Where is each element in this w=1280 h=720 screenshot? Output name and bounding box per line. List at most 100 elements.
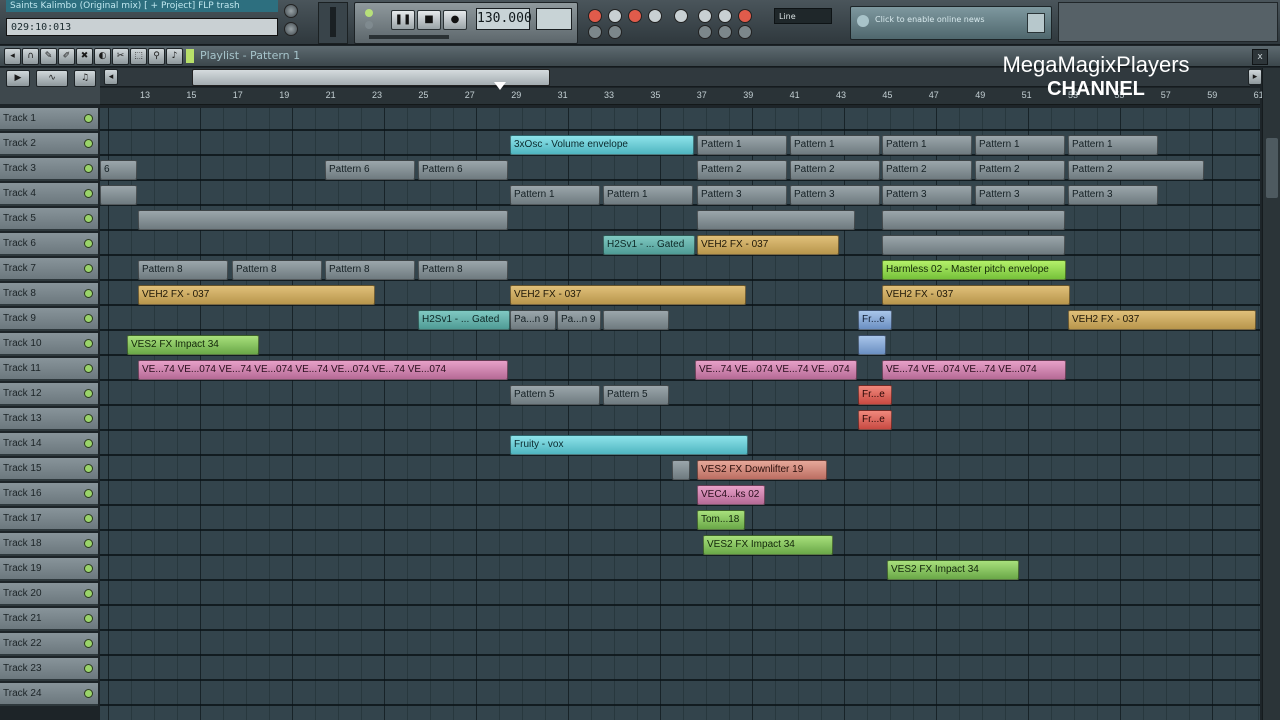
slice-tool-icon[interactable]: ✂	[112, 48, 129, 65]
playlist-clip[interactable]: Pattern 8	[325, 260, 415, 280]
track-mute-led[interactable]	[84, 364, 93, 373]
track-header[interactable]: Track 11	[0, 358, 98, 381]
playhead-marker[interactable]	[494, 82, 506, 90]
track-header[interactable]: Track 23	[0, 658, 98, 681]
play-pause-button[interactable]: ❚❚	[391, 10, 415, 30]
track-mute-led[interactable]	[84, 614, 93, 623]
playlist-clip[interactable]: VEH2 FX - 037	[138, 285, 375, 305]
pattern-mode-led[interactable]	[365, 9, 373, 17]
playlist-clip[interactable]: VEH2 FX - 037	[697, 235, 839, 255]
track-header[interactable]: Track 15	[0, 458, 98, 481]
track-mute-led[interactable]	[84, 664, 93, 673]
draw-tool-icon[interactable]: ✎	[40, 48, 57, 65]
track-mute-led[interactable]	[84, 114, 93, 123]
playlist-clip[interactable]: Pattern 2	[1068, 160, 1204, 180]
track-header[interactable]: Track 24	[0, 683, 98, 706]
track-mute-led[interactable]	[84, 139, 93, 148]
track-header[interactable]: Track 7	[0, 258, 98, 281]
vertical-scroll-thumb[interactable]	[1266, 138, 1278, 198]
playlist-clip[interactable]	[697, 210, 855, 230]
zoom-tool-icon[interactable]: ⚲	[148, 48, 165, 65]
track-header[interactable]: Track 17	[0, 508, 98, 531]
track-mute-led[interactable]	[84, 264, 93, 273]
pattern-mode-button[interactable]: ▶	[6, 70, 30, 87]
toggle-red-icon[interactable]	[588, 9, 602, 23]
song-mode-led[interactable]	[365, 21, 373, 29]
playlist-clip[interactable]: Pattern 3	[1068, 185, 1158, 205]
playlist-clip[interactable]: Pattern 3	[697, 185, 787, 205]
track-mute-led[interactable]	[84, 514, 93, 523]
record-button[interactable]: ●	[443, 10, 467, 30]
track-header[interactable]: Track 8	[0, 283, 98, 306]
track-mute-led[interactable]	[84, 489, 93, 498]
stop-button[interactable]: ■	[417, 10, 441, 30]
playlist-clip[interactable]: Pattern 1	[510, 185, 600, 205]
position-slider[interactable]	[369, 35, 449, 39]
track-header[interactable]: Track 14	[0, 433, 98, 456]
track-mute-led[interactable]	[84, 414, 93, 423]
playlist-clip[interactable]: Pattern 1	[790, 135, 880, 155]
playlist-clip[interactable]: VE...74 VE...074 VE...74 VE...074	[695, 360, 857, 380]
playlist-clip[interactable]: Fruity - vox	[510, 435, 748, 455]
playlist-clip[interactable]: Pattern 5	[510, 385, 600, 405]
playlist-clip[interactable]: Pattern 3	[882, 185, 972, 205]
track-mute-led[interactable]	[84, 289, 93, 298]
toggle-step-icon[interactable]	[648, 9, 662, 23]
playlist-clip[interactable]: VEH2 FX - 037	[510, 285, 746, 305]
vertical-scrollbar[interactable]	[1262, 68, 1280, 720]
playlist-clip[interactable]: VEH2 FX - 037	[1068, 310, 1256, 330]
snap-select[interactable]: Line	[774, 8, 832, 24]
playlist-clip[interactable]: Pattern 3	[975, 185, 1065, 205]
toggle-blend-icon[interactable]	[738, 9, 752, 23]
tempo-display[interactable]: 130.000	[476, 8, 532, 30]
toggle-record-icon[interactable]	[628, 9, 642, 23]
playback-tool-icon[interactable]: ♪	[166, 48, 183, 65]
playlist-close-button[interactable]: x	[1252, 49, 1268, 65]
playlist-clip[interactable]	[100, 185, 137, 205]
playlist-clip[interactable]	[858, 335, 886, 355]
playlist-clip[interactable]: Pattern 1	[697, 135, 787, 155]
master-pitch-knob[interactable]	[284, 22, 298, 36]
playlist-clip[interactable]: Pattern 1	[603, 185, 693, 205]
track-mute-led[interactable]	[84, 339, 93, 348]
playlist-clip[interactable]: Fr...e	[858, 410, 892, 430]
track-header[interactable]: Track 3	[0, 158, 98, 181]
scroll-left-icon[interactable]: ◂	[104, 69, 118, 85]
toggle-loop-icon[interactable]	[588, 25, 602, 39]
playlist-clip[interactable]: VES2 FX Impact 34	[127, 335, 259, 355]
playlist-clip[interactable]: Pattern 2	[697, 160, 787, 180]
playlist-clip[interactable]: Pattern 1	[1068, 135, 1158, 155]
playlist-clip[interactable]: Pattern 2	[790, 160, 880, 180]
pattern-number-display[interactable]	[536, 8, 572, 30]
playlist-clip[interactable]: VE...74 VE...074 VE...74 VE...074 VE...7…	[138, 360, 508, 380]
playlist-clip[interactable]: Pattern 8	[232, 260, 322, 280]
track-header[interactable]: Track 9	[0, 308, 98, 331]
track-mute-led[interactable]	[84, 639, 93, 648]
playlist-clip[interactable]: Pattern 3	[790, 185, 880, 205]
toggle-typing-keyboard-icon[interactable]	[674, 9, 688, 23]
playlist-clip[interactable]: VES2 FX Downlifter 19	[697, 460, 827, 480]
track-mute-led[interactable]	[84, 189, 93, 198]
playlist-clip[interactable]: Pa...n 9	[510, 310, 556, 330]
playlist-clip[interactable]: VEH2 FX - 037	[882, 285, 1070, 305]
track-header[interactable]: Track 4	[0, 183, 98, 206]
track-header[interactable]: Track 6	[0, 233, 98, 256]
playlist-clip[interactable]: Pattern 5	[603, 385, 669, 405]
playlist-clip[interactable]: 6	[100, 160, 137, 180]
track-header[interactable]: Track 16	[0, 483, 98, 506]
playlist-clip[interactable]: Pattern 6	[325, 160, 415, 180]
playlist-clip[interactable]: Pattern 8	[138, 260, 228, 280]
playlist-clip[interactable]	[603, 310, 669, 330]
track-mute-led[interactable]	[84, 464, 93, 473]
track-header[interactable]: Track 2	[0, 133, 98, 156]
track-mute-led[interactable]	[84, 239, 93, 248]
toggle-overdub-icon[interactable]	[608, 25, 622, 39]
playlist-clip[interactable]: Fr...e	[858, 385, 892, 405]
playlist-clip[interactable]: Fr...e	[858, 310, 892, 330]
toggle-countdown-icon[interactable]	[718, 9, 732, 23]
playlist-clip[interactable]: VEC4...ks 02	[697, 485, 765, 505]
track-mute-led[interactable]	[84, 214, 93, 223]
playlist-clip[interactable]	[672, 460, 690, 480]
playlist-clip[interactable]: VES2 FX Impact 34	[703, 535, 833, 555]
playlist-clip[interactable]: Pattern 8	[418, 260, 508, 280]
